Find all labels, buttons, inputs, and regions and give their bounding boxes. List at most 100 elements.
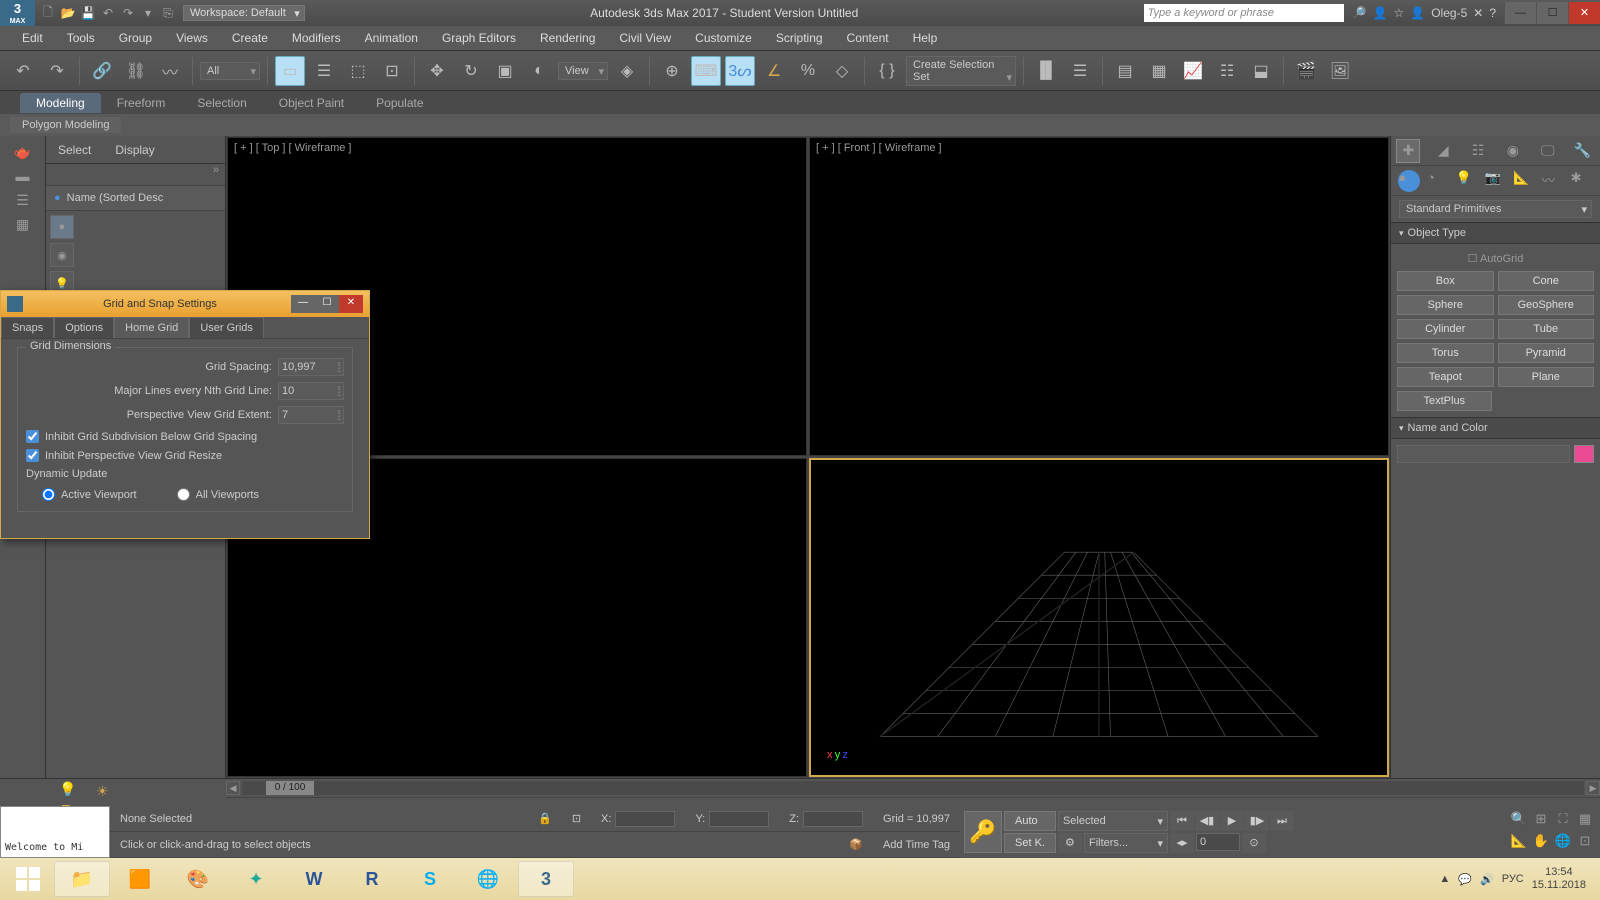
- menu-graph-editors[interactable]: Graph Editors: [430, 26, 528, 51]
- ribbon-tab-freeform[interactable]: Freeform: [101, 93, 182, 113]
- dialog-titlebar[interactable]: Grid and Snap Settings — ☐ ✕: [1, 291, 369, 317]
- dialog-tab-options[interactable]: Options: [54, 317, 114, 338]
- exchange-icon[interactable]: ✕: [1473, 6, 1483, 20]
- prim-teapot[interactable]: Teapot: [1397, 367, 1494, 387]
- prim-torus[interactable]: Torus: [1397, 343, 1494, 363]
- help-icon[interactable]: ?: [1489, 6, 1496, 20]
- scene-tab-display[interactable]: Display: [103, 143, 166, 157]
- viewport-front[interactable]: [ + ] [ Front ] [ Wireframe ]: [809, 137, 1389, 456]
- y-input[interactable]: [709, 811, 769, 827]
- ribbon-tab-object-paint[interactable]: Object Paint: [263, 93, 360, 113]
- teapot-icon[interactable]: 🫖: [13, 142, 33, 162]
- list-icon[interactable]: ☰: [13, 190, 33, 210]
- scene-header[interactable]: Name (Sorted Desc: [46, 186, 225, 211]
- prim-geosphere[interactable]: GeoSphere: [1498, 295, 1595, 315]
- menu-scripting[interactable]: Scripting: [764, 26, 835, 51]
- menu-content[interactable]: Content: [835, 26, 901, 51]
- dialog-tab-home-grid[interactable]: Home Grid: [114, 317, 189, 338]
- inhibit-resize-checkbox[interactable]: Inhibit Perspective View Grid Resize: [26, 449, 344, 462]
- goto-end[interactable]: ⏭: [1270, 811, 1294, 831]
- tray-up-icon[interactable]: ▲: [1439, 873, 1450, 885]
- save-icon[interactable]: 💾: [79, 4, 97, 22]
- start-button[interactable]: [4, 861, 52, 897]
- systems-cat[interactable]: ✱: [1571, 170, 1593, 192]
- dialog-maximize[interactable]: ☐: [315, 295, 339, 313]
- prim-tube[interactable]: Tube: [1498, 319, 1595, 339]
- menu-create[interactable]: Create: [220, 26, 280, 51]
- x-input[interactable]: [615, 811, 675, 827]
- menu-civil-view[interactable]: Civil View: [607, 26, 683, 51]
- prim-plane[interactable]: Plane: [1498, 367, 1595, 387]
- major-lines-input[interactable]: 10: [278, 382, 344, 400]
- dialog-close[interactable]: ✕: [339, 295, 363, 313]
- render-frame-button[interactable]: 🖼: [1325, 56, 1355, 86]
- snap-toggle-button[interactable]: 3ᔕ: [725, 56, 755, 86]
- taskbar-revit[interactable]: R: [344, 861, 400, 897]
- search-input[interactable]: Type a keyword or phrase: [1144, 4, 1344, 22]
- shapes-cat[interactable]: ◔: [1427, 170, 1449, 192]
- dialog-tab-user-grids[interactable]: User Grids: [189, 317, 264, 338]
- prim-textplus[interactable]: TextPlus: [1397, 391, 1492, 411]
- user-name[interactable]: Oleg-5: [1431, 6, 1467, 20]
- all-viewports-radio[interactable]: All Viewports: [177, 488, 259, 501]
- hierarchy-tab[interactable]: ☷: [1466, 139, 1490, 163]
- mirror-button[interactable]: ▐▌: [1031, 56, 1061, 86]
- play-button[interactable]: ▶: [1220, 811, 1244, 831]
- goto-start[interactable]: ⏮: [1170, 811, 1194, 831]
- display-icon[interactable]: ▬: [13, 166, 33, 186]
- keyboard-shortcut-button[interactable]: ⌨: [691, 56, 721, 86]
- menu-views[interactable]: Views: [164, 26, 220, 51]
- scene-tab-select[interactable]: Select: [46, 143, 103, 157]
- window-crossing-button[interactable]: ⊡: [377, 56, 407, 86]
- orbit-icon[interactable]: 🌐: [1552, 833, 1574, 853]
- display-tab[interactable]: 🖵: [1536, 139, 1560, 163]
- signin-icon[interactable]: 👤: [1373, 6, 1388, 20]
- select-name-button[interactable]: ☰: [309, 56, 339, 86]
- tray-volume-icon[interactable]: 🔊: [1480, 873, 1494, 886]
- scale-button[interactable]: ▣: [490, 56, 520, 86]
- bind-button[interactable]: 〰: [155, 56, 185, 86]
- menu-customize[interactable]: Customize: [683, 26, 764, 51]
- undo-icon[interactable]: ↶: [99, 4, 117, 22]
- minimize-button[interactable]: —: [1504, 2, 1536, 24]
- layer-button[interactable]: ▤: [1110, 56, 1140, 86]
- angle-snap-button[interactable]: ∠: [759, 56, 789, 86]
- dialog-tab-snaps[interactable]: Snaps: [1, 317, 54, 338]
- prim-pyramid[interactable]: Pyramid: [1498, 343, 1595, 363]
- taskbar-app-1[interactable]: 🟧: [112, 861, 168, 897]
- ribbon-tab-selection[interactable]: Selection: [181, 93, 262, 113]
- rollout-object-type[interactable]: Object Type: [1391, 222, 1600, 244]
- placement-button[interactable]: ◐: [524, 56, 554, 86]
- taskbar-word[interactable]: W: [286, 861, 342, 897]
- project-icon[interactable]: ▾: [139, 4, 157, 22]
- zoom-icon[interactable]: 🔍: [1508, 811, 1530, 831]
- sun-icon[interactable]: ☀: [96, 783, 116, 800]
- user-icon[interactable]: 👤: [1410, 6, 1425, 20]
- cameras-cat[interactable]: 📷: [1484, 170, 1506, 192]
- prim-box[interactable]: Box: [1397, 271, 1494, 291]
- ribbon-polygon-modeling[interactable]: Polygon Modeling: [10, 117, 121, 133]
- fov-icon[interactable]: 📐: [1508, 833, 1530, 853]
- time-prev[interactable]: ◀: [226, 781, 240, 795]
- selection-filter-dropdown[interactable]: All: [200, 62, 260, 80]
- filters-dropdown[interactable]: Filters...: [1084, 833, 1168, 853]
- manipulate-button[interactable]: ⊕: [657, 56, 687, 86]
- spinner-snap-button[interactable]: ◇: [827, 56, 857, 86]
- prim-cone[interactable]: Cone: [1498, 271, 1595, 291]
- max-toggle-icon[interactable]: ⊡: [1574, 833, 1596, 853]
- unlink-button[interactable]: ⛓: [121, 56, 151, 86]
- zoom-extents-icon[interactable]: ⛶: [1552, 811, 1574, 831]
- material-editor-button[interactable]: ⬓: [1246, 56, 1276, 86]
- maximize-button[interactable]: ☐: [1536, 2, 1568, 24]
- ref-coord-dropdown[interactable]: View: [558, 62, 608, 80]
- app-logo[interactable]: 3: [0, 0, 35, 26]
- workspace-dropdown[interactable]: Workspace: Default: [183, 5, 305, 21]
- named-selection-dropdown[interactable]: Create Selection Set: [906, 56, 1016, 86]
- menu-edit[interactable]: Edit: [10, 26, 55, 51]
- helpers-cat[interactable]: 📐: [1513, 170, 1535, 192]
- taskbar-paint[interactable]: 🎨: [170, 861, 226, 897]
- open-icon[interactable]: 📂: [59, 4, 77, 22]
- time-thumb[interactable]: 0 / 100: [266, 781, 314, 795]
- menu-group[interactable]: Group: [107, 26, 164, 51]
- category-dropdown[interactable]: Standard Primitives: [1399, 200, 1592, 218]
